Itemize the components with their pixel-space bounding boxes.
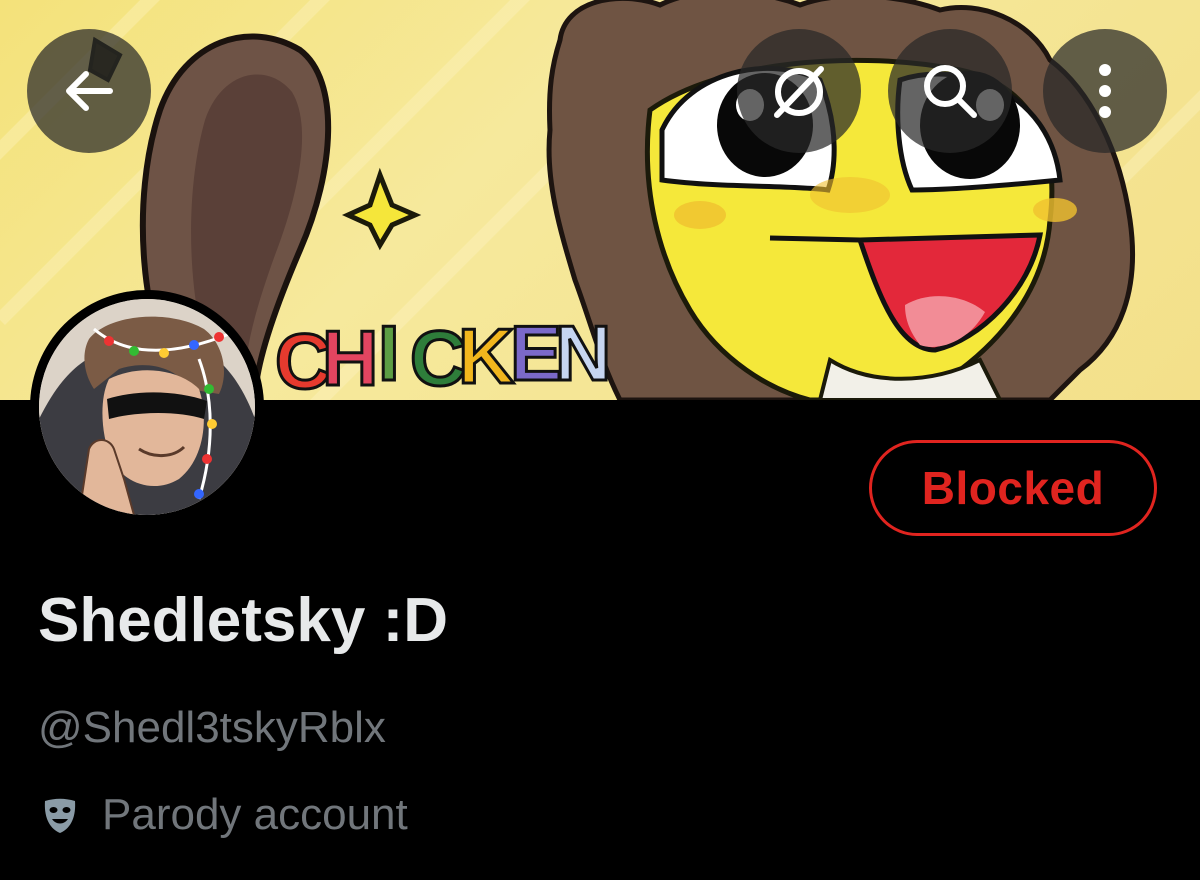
- parody-label-text: Parody account: [102, 790, 408, 839]
- display-name: Shedletsky :D: [38, 586, 449, 655]
- search-icon: [924, 65, 977, 118]
- search-button[interactable]: [888, 29, 1012, 153]
- more-vertical-icon: [1099, 64, 1111, 118]
- back-button[interactable]: [27, 29, 151, 153]
- svg-text:K: K: [458, 312, 514, 400]
- parody-label: Parody account: [38, 787, 408, 843]
- svg-text:N: N: [555, 309, 611, 397]
- svg-text:I: I: [378, 309, 400, 397]
- profile-page: C H I C K E N Blocked Shedletsky:D @She…: [0, 0, 1200, 880]
- user-handle: @Shedl3tskyRblx: [38, 703, 386, 752]
- svg-text:H: H: [322, 314, 378, 400]
- avatar-image: [39, 299, 255, 515]
- avatar[interactable]: [30, 290, 264, 524]
- grok-button[interactable]: [737, 29, 861, 153]
- theater-mask-icon: [38, 793, 82, 837]
- arrow-left-icon: [66, 71, 113, 111]
- more-options-button[interactable]: [1043, 29, 1167, 153]
- blocked-button[interactable]: Blocked: [869, 440, 1157, 536]
- grok-icon: [774, 66, 824, 118]
